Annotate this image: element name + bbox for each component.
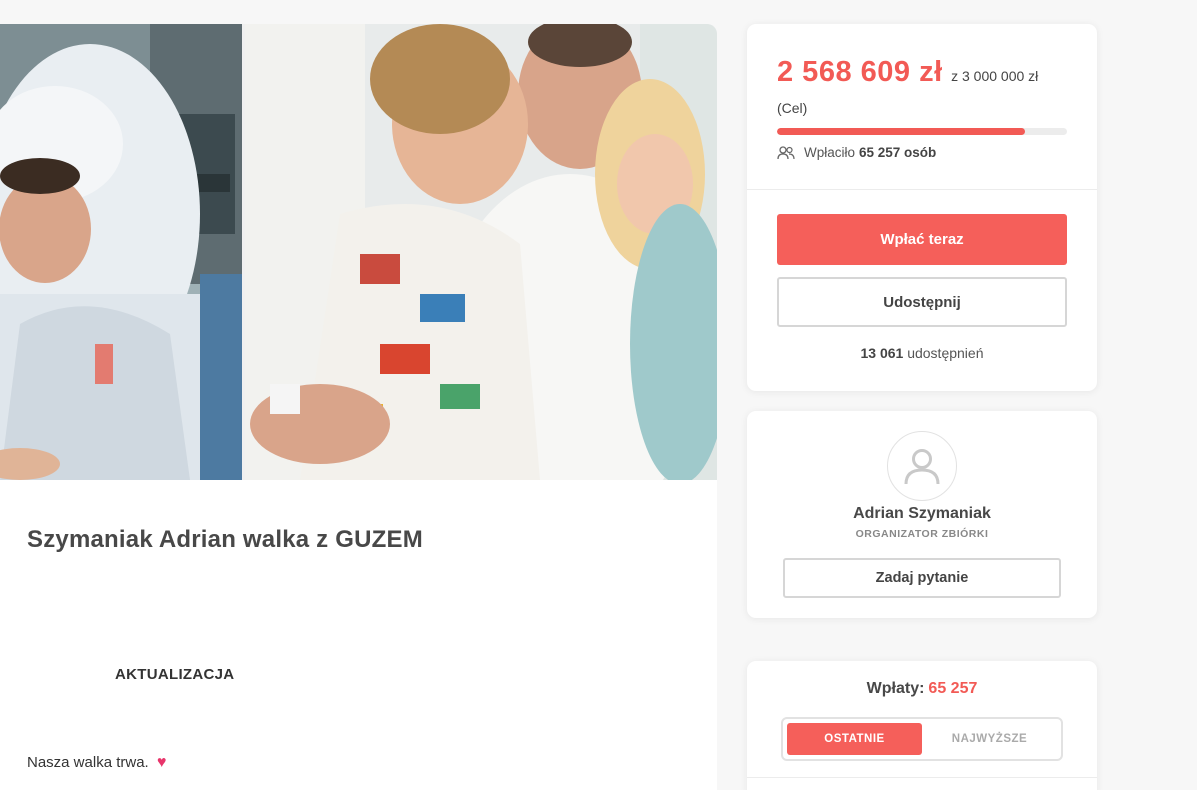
story-text: Nasza walka trwa. ♥	[27, 754, 166, 772]
avatar[interactable]	[887, 431, 957, 501]
organizer-name: Adrian Szymaniak	[853, 505, 991, 522]
goal-amount: z 3 000 000 zł	[951, 68, 1039, 84]
people-icon	[777, 145, 795, 159]
progress-bar-fill	[777, 128, 1026, 135]
user-icon	[904, 449, 940, 485]
organizer-role: ORGANIZATOR ZBIÓRKI	[855, 528, 989, 540]
donors-label: Wpłaciło	[804, 145, 856, 160]
tab-highest[interactable]: NAJWYŻSZE	[922, 723, 1057, 755]
donors-info: Wpłaciło 65 257 osób	[777, 145, 936, 160]
tab-latest[interactable]: OSTATNIE	[787, 723, 922, 755]
donate-button[interactable]: Wpłać teraz	[777, 214, 1067, 265]
story-sentence: Nasza walka trwa.	[27, 754, 149, 771]
payments-title: Wpłaty: 65 257	[747, 680, 1097, 698]
campaign-card: Szymaniak Adrian walka z GUZEM AKTUALIZA…	[0, 24, 717, 790]
goal-label: (Cel)	[777, 100, 808, 116]
payments-count: 65 257	[928, 680, 978, 697]
campaign-photo[interactable]	[0, 24, 717, 480]
share-button[interactable]: Udostępnij	[777, 277, 1067, 327]
divider	[747, 777, 1097, 778]
shares-label: udostępnień	[907, 345, 984, 361]
ask-question-button[interactable]: Zadaj pytanie	[783, 558, 1061, 598]
donation-card: 2 568 609 zł z 3 000 000 zł (Cel) Wpłaci…	[747, 24, 1097, 391]
payments-card: Wpłaty: 65 257 OSTATNIE NAJWYŻSZE	[747, 661, 1097, 790]
payments-tabs: OSTATNIE NAJWYŻSZE	[781, 717, 1063, 761]
shares-info: 13 061 udostępnień	[747, 345, 1097, 361]
payments-label: Wpłaty:	[866, 680, 925, 697]
donors-count: 65 257 osób	[859, 145, 937, 160]
amount-row: 2 568 609 zł z 3 000 000 zł	[777, 56, 1077, 89]
heart-icon: ♥	[156, 754, 167, 771]
divider	[747, 189, 1097, 190]
campaign-title: Szymaniak Adrian walka z GUZEM	[27, 526, 423, 553]
progress-bar	[777, 128, 1067, 135]
shares-count: 13 061	[860, 345, 904, 361]
organizer-card: Adrian Szymaniak ORGANIZATOR ZBIÓRKI Zad…	[747, 411, 1097, 618]
campaign-photo-collage	[0, 24, 717, 480]
amount-raised: 2 568 609 zł	[777, 56, 943, 88]
update-heading: AKTUALIZACJA	[115, 666, 235, 683]
